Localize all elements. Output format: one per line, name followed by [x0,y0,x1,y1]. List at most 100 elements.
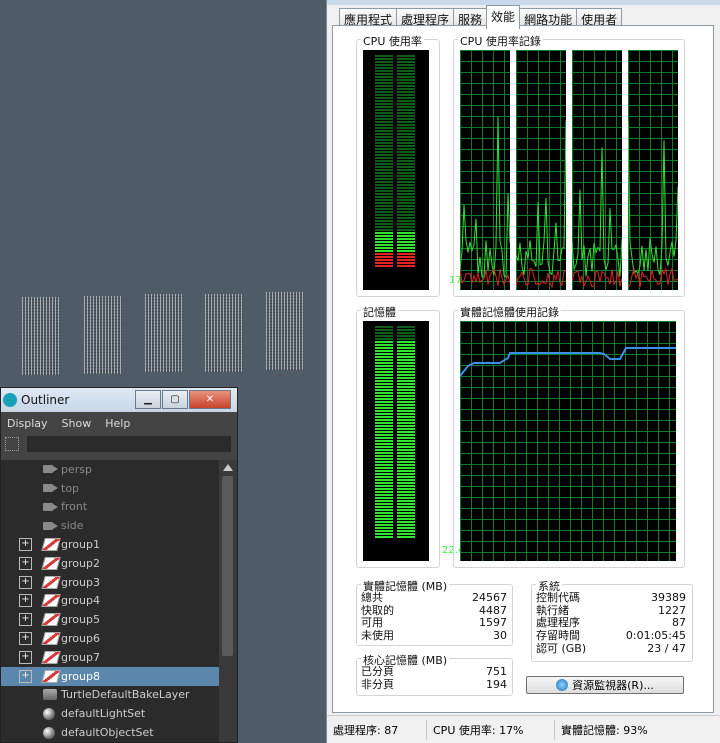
mesh-object[interactable] [145,294,183,372]
stat-label: 認可 (GB) [536,641,587,655]
outliner-item[interactable]: + group7 [1,648,219,667]
outliner-item-label: defaultObjectSet [61,726,154,740]
resource-monitor-button[interactable]: 資源監視器(R)... [526,676,684,694]
outliner-item[interactable]: + group3 [1,573,219,592]
outliner-item-label: group7 [61,650,100,664]
transform-group-icon [41,538,61,552]
system-stats: 控制代碼 39389 執行緒 1227 處理程序 87 存留時間 0:01:05:45 認可 (… [536,591,686,656]
kernel-memory-stats: 已分頁 751 非分頁 194 [361,665,507,692]
cpu-core-line [515,120,567,289]
status-cpu: CPU 使用率: 17% [427,719,555,740]
memory-history-group: 實體記憶體使用記錄 [453,304,685,568]
outliner-scrollbar[interactable] [219,460,237,742]
close-button[interactable]: ✕ [189,390,231,409]
stat-label: 已分頁 [361,665,394,678]
stat-row: 未使用 30 [361,629,507,643]
physical-memory-stats: 總共 24567 快取的 4487 可用 1597 未使用 30 [361,591,507,643]
minimize-button[interactable]: ▁ [135,390,161,409]
set-sphere-icon [43,707,55,720]
scroll-thumb[interactable] [222,476,233,656]
stat-row: 總共 24567 [361,591,507,605]
outliner-item-label: group6 [61,632,100,646]
expand-icon[interactable]: + [19,594,32,608]
memory-history-line [459,347,676,377]
stat-row: 控制代碼 39389 [536,591,686,605]
stat-row: 已分頁 751 [361,665,507,679]
system-group: 系統 控制代碼 39389 執行緒 1227 處理程序 87 存留時間 0:01:05:45 認… [531,578,693,662]
expand-icon[interactable]: + [19,632,32,646]
outliner-item[interactable]: defaultLightSet [1,704,219,723]
outliner-item-label: group4 [61,594,100,608]
transform-group-icon [41,632,61,646]
outliner-item[interactable]: TurtleDefaultBakeLayer [1,686,219,705]
stat-row: 非分頁 194 [361,678,507,692]
scroll-up-icon[interactable] [223,464,233,471]
stat-label: 存留時間 [536,629,580,643]
outliner-title: Outliner [21,393,70,407]
outliner-item[interactable]: + group2 [1,554,219,573]
outliner-item-label: group3 [61,575,100,589]
outliner-item[interactable]: + group5 [1,610,219,629]
outliner-titlebar[interactable]: Outliner ▁ ▢ ✕ [1,388,237,412]
outliner-item-label: group1 [61,538,100,552]
status-bar: 處理程序: 87 CPU 使用率: 17% 實體記憶體: 93% [327,715,720,743]
task-manager-window: 應用程式 處理程序 服務 效能 網路功能 使用者 CPU 使用率 17 % CP… [326,0,720,743]
resource-monitor-icon [556,679,569,691]
window-frame [327,0,720,5]
physical-memory-group: 實體記憶體 (MB) 總共 24567 快取的 4487 可用 1597 未使用 30 [356,578,513,646]
menu-display[interactable]: Display [7,417,48,430]
outliner-item-label: persp [61,462,92,476]
stat-row: 存留時間 0:01:05:45 [536,629,686,643]
cpu-core-graph [627,50,679,290]
menu-show[interactable]: Show [62,417,92,430]
mesh-object[interactable] [266,292,304,370]
outliner-item-label: TurtleDefaultBakeLayer [61,688,190,702]
outliner-menubar: Display Show Help [1,412,237,434]
outliner-item[interactable]: + group6 [1,629,219,648]
mesh-object[interactable] [205,294,243,372]
menu-help[interactable]: Help [105,417,130,430]
outliner-item-label: front [61,500,88,514]
bake-layer-icon [43,689,57,701]
outliner-item[interactable]: top [1,479,219,498]
stat-row: 認可 (GB) 23 / 47 [536,641,686,656]
outliner-item[interactable]: side [1,516,219,535]
expand-icon[interactable]: + [19,575,32,589]
cpu-usage-meter: 17 % [363,50,475,290]
mesh-object[interactable] [22,297,60,375]
outliner-item-label: side [61,519,84,533]
cpu-core-line [459,116,511,286]
outliner-item[interactable]: front [1,498,219,517]
set-sphere-icon [43,726,55,739]
outliner-item-label: group5 [61,613,100,627]
expand-icon[interactable]: + [19,669,32,683]
cpu-core-graph [571,50,623,290]
filter-input[interactable] [27,436,231,452]
cpu-core-graph [459,50,511,290]
outliner-item[interactable]: + group8 [1,666,219,686]
expand-icon[interactable]: + [19,613,32,627]
camera-icon [43,484,58,493]
maximize-button[interactable]: ▢ [162,390,188,409]
tab-bar: 應用程式 處理程序 服務 效能 網路功能 使用者 [339,5,623,29]
stat-label: 未使用 [361,629,394,643]
stat-value: 24567 [472,591,507,604]
mesh-object[interactable] [84,296,122,374]
filter-toggle-icon[interactable] [5,437,19,451]
camera-icon [43,521,58,530]
outliner-item[interactable]: defaultObjectSet [1,723,219,742]
stat-value: 751 [486,665,507,678]
tab-performance[interactable]: 效能 [486,5,521,29]
outliner-item-label: defaultLightSet [61,707,146,721]
expand-icon[interactable]: + [19,556,32,570]
cpu-core-line [571,147,623,288]
expand-icon[interactable]: + [19,538,32,552]
outliner-item[interactable]: persp [1,460,219,479]
expand-icon[interactable]: + [19,650,32,664]
camera-icon [43,502,58,511]
outliner-item[interactable]: + group4 [1,592,219,611]
status-memory: 實體記憶體: 93% [561,723,648,737]
outliner-item[interactable]: + group1 [1,535,219,554]
stat-label: 控制代碼 [536,591,580,604]
performance-panel: CPU 使用率 17 % CPU 使用率記錄 記憶體 22.4 GB 實體記憶體… [332,25,714,713]
